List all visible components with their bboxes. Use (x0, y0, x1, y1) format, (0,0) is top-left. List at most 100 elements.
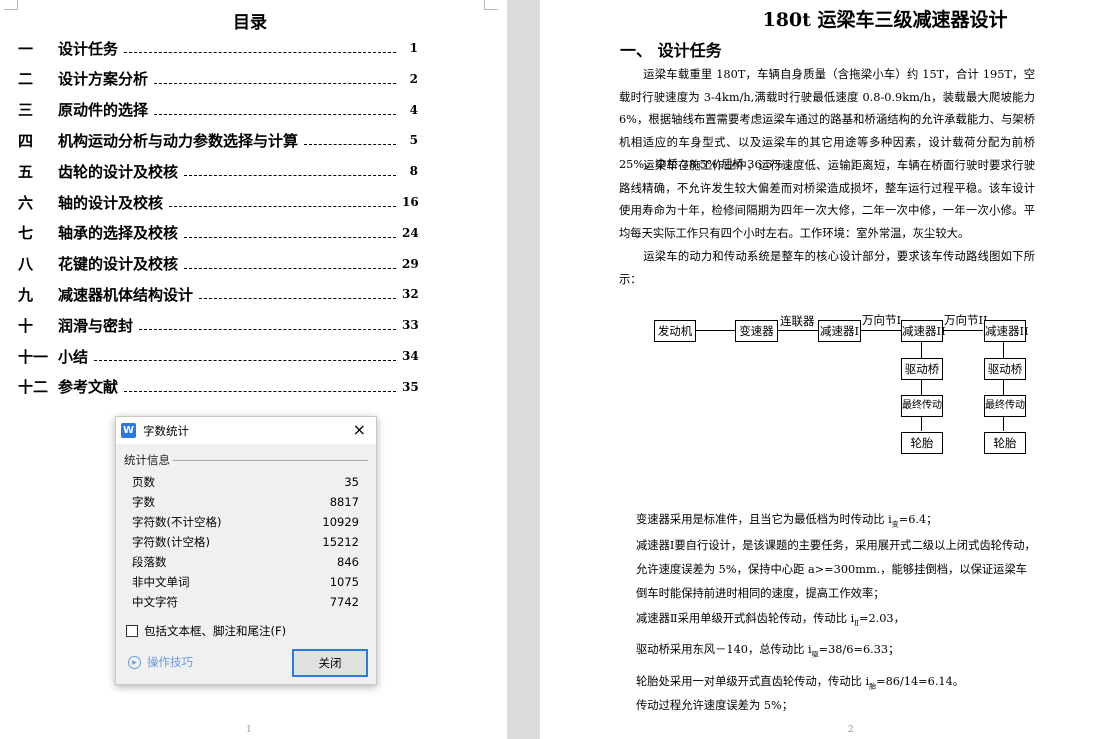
toc-page: 1 (409, 41, 418, 55)
dialog-title: 字数统计 (143, 423, 189, 438)
toc-number: 二 (18, 70, 34, 89)
close-icon[interactable]: × (353, 420, 366, 439)
toc-label: 润滑与密封 (58, 316, 134, 335)
toc-leader (184, 259, 396, 269)
paragraph: 驱动桥采用东风－140，总传动比 i驱=38/6=6.33； (636, 643, 900, 659)
toc-entry[interactable]: 六 轴的设计及校核 16 (18, 191, 419, 213)
toc-leader (94, 351, 396, 361)
toc-leader (154, 105, 396, 115)
stats-group-header: 统计信息 (124, 452, 368, 468)
checkbox[interactable] (126, 625, 138, 637)
toc-page: 2 (409, 71, 418, 86)
toc-entry[interactable]: 一 设计任务 1 (18, 37, 418, 59)
toc-entry[interactable]: 九 减速器机体结构设计 32 (18, 283, 419, 305)
toc-label: 轴承的选择及校核 (58, 224, 179, 243)
paragraph: 减速器Ⅱ采用单级开式斜齿轮传动，传动比 iⅡ=2.03， (636, 612, 905, 628)
toc-label: 机构运动分析与动力参数选择与计算 (58, 131, 299, 150)
toc-number: 七 (18, 224, 34, 243)
engine-box: 发动机 (654, 320, 696, 342)
toc-entry[interactable]: 十一 小结 34 (18, 345, 419, 367)
close-button[interactable]: 关闭 (292, 649, 368, 677)
toc-number: 一 (18, 39, 34, 58)
toc-title: 目录 (233, 13, 267, 33)
toc-label: 齿轮的设计及校核 (58, 162, 179, 181)
toc-page: 24 (402, 225, 419, 240)
stat-label: 字符数(不计空格) (132, 515, 222, 529)
toc-leader (304, 135, 396, 146)
stat-value: 15212 (322, 535, 359, 549)
toc-entry[interactable]: 二 设计方案分析 2 (18, 68, 418, 90)
toc-entry[interactable]: 十二 参考文献 35 (18, 376, 419, 398)
paragraph: 减速器Ⅰ要自行设计，是该课题的主要任务，采用展开式二级以上闭式齿轮传动，允许速度… (636, 539, 1036, 600)
paragraph: 变速器采用是标准件，且当它为最低档为时传动比 i变=6.4； (636, 513, 938, 529)
stat-row: 非中文单词 1075 (116, 572, 376, 592)
toc-leader (124, 43, 396, 53)
stats-list: 页数 35 字数 8817 字符数(不计空格) 10929 字符数(计空格) 15212 段落数… (116, 472, 376, 612)
word-count-dialog: W 字数统计 × 统计信息 页数 35 字数 8817 字符数(不计空格) 10929 字符… (115, 416, 377, 685)
document-title: 180t 运梁车三级减速器设计 (762, 9, 1008, 31)
toc-page: 29 (402, 256, 419, 271)
toc-label: 轴的设计及校核 (58, 193, 164, 212)
toc-page: 35 (402, 379, 419, 394)
stat-value: 846 (337, 555, 359, 569)
wps-logo-icon: W (121, 423, 136, 438)
stat-value: 10929 (322, 515, 359, 529)
stat-value: 1075 (329, 575, 359, 589)
toc-leader (169, 197, 396, 207)
page-number: 1 (246, 725, 252, 735)
toc-page: 34 (402, 349, 419, 363)
toc-number: 十二 (18, 378, 49, 397)
toc-label: 设计任务 (58, 39, 119, 58)
toc-label: 设计方案分析 (58, 70, 149, 89)
stat-label: 段落数 (132, 555, 167, 569)
toc-entry[interactable]: 四 机构运动分析与动力参数选择与计算 5 (18, 129, 418, 151)
toc-leader (199, 289, 396, 300)
stat-value: 7742 (329, 595, 359, 609)
toc-leader (124, 382, 396, 392)
toc-leader (184, 166, 396, 177)
toc-page: 32 (402, 287, 419, 302)
toc-entry[interactable]: 八 花键的设计及校核 29 (18, 253, 419, 275)
toc-leader (184, 228, 396, 238)
toc-number: 九 (18, 285, 34, 304)
page-2: 180t 运梁车三级减速器设计 一、 设计任务 运梁车载重里 180T，车辆自身… (540, 0, 1100, 739)
toc-label: 参考文献 (58, 378, 119, 397)
toc-page: 4 (409, 102, 418, 117)
toc-label: 小结 (58, 347, 89, 366)
stat-label: 字符数(计空格) (132, 535, 210, 549)
stat-label: 页数 (132, 475, 155, 489)
toc-entry[interactable]: 三 原动件的选择 4 (18, 99, 418, 121)
play-icon: ▶ (128, 655, 141, 669)
paragraph: 运梁车在施工作业中，运行速度低、运输距离短，车辆在桥面行驶时要求行驶路线精确，不… (619, 159, 1035, 240)
reducer2b-box: 减速器II (984, 320, 1029, 342)
stat-row: 字符数(计空格) 15212 (116, 532, 376, 552)
toc-number: 五 (18, 162, 34, 181)
toc-leader (154, 74, 396, 84)
reducer2a-box: 减速器II (901, 320, 946, 342)
stat-row: 中文字符 7742 (116, 592, 376, 612)
toc-entry[interactable]: 五 齿轮的设计及校核 8 (18, 160, 418, 182)
toc-page: 5 (409, 133, 418, 148)
toc-number: 十 (18, 316, 34, 335)
dialog-titlebar[interactable]: W 字数统计 × (116, 417, 376, 444)
stat-row: 段落数 846 (116, 552, 376, 572)
tips-link[interactable]: ▶ 操作技巧 (128, 654, 193, 670)
stat-label: 字数 (132, 495, 155, 509)
stat-row: 字符数(不计空格) 10929 (116, 512, 376, 532)
final-drive-box: 最终传动 (984, 395, 1026, 417)
gearbox-box: 变速器 (735, 320, 778, 342)
toc-number: 六 (18, 193, 34, 212)
paragraph: 运梁车的动力和传动系统是整车的核心设计部分，要求该车传动路线图如下所示： (619, 250, 1035, 286)
tire-box: 轮胎 (901, 432, 943, 454)
toc-entry[interactable]: 七 轴承的选择及校核 24 (18, 222, 419, 244)
toc-label: 原动件的选择 (58, 101, 149, 120)
stat-label: 非中文单词 (132, 575, 190, 589)
tire-box: 轮胎 (984, 432, 1026, 454)
stat-value: 35 (344, 475, 359, 489)
axle-box: 驱动桥 (984, 358, 1026, 380)
toc-number: 三 (18, 101, 34, 120)
include-textbox-checkbox[interactable]: 包括文本框、脚注和尾注(F) (126, 623, 286, 639)
toc-number: 八 (18, 255, 34, 274)
axle-box: 驱动桥 (901, 358, 943, 380)
toc-entry[interactable]: 十 润滑与密封 33 (18, 314, 419, 336)
